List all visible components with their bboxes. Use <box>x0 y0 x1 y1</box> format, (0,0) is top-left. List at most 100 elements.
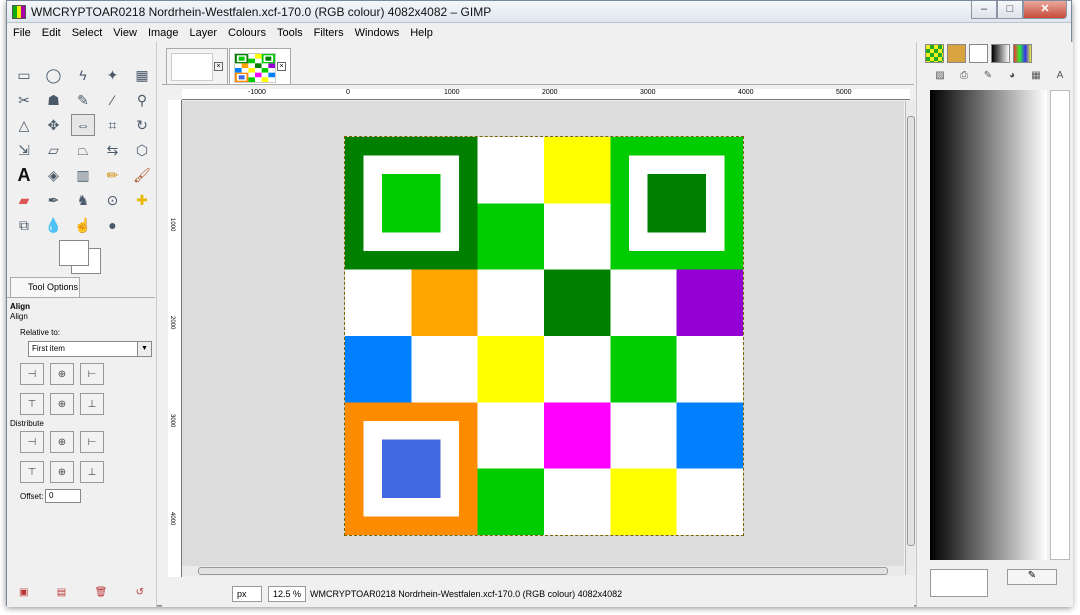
rotate-tool-icon[interactable]: ↻ <box>130 114 154 136</box>
save-tool-preset-icon[interactable]: ▣ <box>19 587 28 598</box>
horizontal-scrollbar[interactable] <box>182 566 904 576</box>
menu-select[interactable]: Select <box>72 27 103 39</box>
distribute-top-button[interactable]: ⊤ <box>20 461 44 483</box>
image-tab-1[interactable]: × <box>166 48 228 84</box>
blend-tool-icon[interactable]: ▥ <box>71 164 95 186</box>
channels-icon[interactable]: ▨ <box>929 66 951 86</box>
text-tool-icon[interactable]: A <box>12 164 36 186</box>
menu-tools[interactable]: Tools <box>277 27 303 39</box>
path-icon[interactable] <box>969 44 988 63</box>
rect-select-tool-icon[interactable]: ▭ <box>12 64 36 86</box>
pencil-tool-icon[interactable]: ✏ <box>101 164 125 186</box>
measure-tool-icon[interactable]: △ <box>12 114 36 136</box>
edit-icon[interactable]: ✎ <box>1007 569 1057 585</box>
ellipse-select-tool-icon[interactable]: ◯ <box>42 64 66 86</box>
blur-tool-icon[interactable]: 💧 <box>42 214 66 236</box>
align-right-edge-button[interactable]: ⊢ <box>80 363 104 385</box>
image-tab-2[interactable]: × <box>229 48 291 84</box>
printer-icon[interactable]: ⎙ <box>953 66 975 86</box>
zoom-tool-icon[interactable]: ⚲ <box>130 89 154 111</box>
menu-help[interactable]: Help <box>410 27 433 39</box>
image-cell <box>268 77 275 82</box>
menu-view[interactable]: View <box>113 27 137 39</box>
align-bottom-edge-button[interactable]: ⊥ <box>80 393 104 415</box>
perspective-clone-tool-icon[interactable]: ⧉ <box>12 214 36 236</box>
foreground-select-tool-icon[interactable]: ☗ <box>42 89 66 111</box>
maximize-button[interactable]: □ <box>997 1 1023 19</box>
offset-input[interactable]: 0 <box>45 489 81 503</box>
eraser-tool-icon[interactable]: ▰ <box>12 189 36 211</box>
distribute-center-button[interactable]: ⊕ <box>50 431 74 453</box>
paths-tool-icon[interactable]: ✎ <box>71 89 95 111</box>
distribute-left-button[interactable]: ⊣ <box>20 431 44 453</box>
crop-tool-icon[interactable]: ⌗ <box>101 114 125 136</box>
smudge-tool-icon[interactable]: ☝ <box>71 214 95 236</box>
close-button[interactable]: ✕ <box>1023 1 1067 19</box>
minimize-button[interactable]: – <box>971 1 997 19</box>
menu-image[interactable]: Image <box>148 27 179 39</box>
heal-tool-icon[interactable]: ✚ <box>130 189 154 211</box>
unit-select[interactable]: px <box>232 586 262 602</box>
shear-tool-icon[interactable]: ▱ <box>42 139 66 161</box>
scale-tool-icon[interactable]: ⇲ <box>12 139 36 161</box>
tool-options-tab[interactable]: Tool Options <box>10 277 80 297</box>
gradient-preview[interactable] <box>930 90 1047 560</box>
close-tab-icon[interactable]: × <box>277 62 286 71</box>
ink-tool-icon[interactable]: ♞ <box>71 189 95 211</box>
fuzzy-select-tool-icon[interactable]: ✦ <box>101 64 125 86</box>
distribute-right-button[interactable]: ⊢ <box>80 431 104 453</box>
align-center-horizontal-button[interactable]: ⊕ <box>50 363 74 385</box>
menu-filters[interactable]: Filters <box>314 27 344 39</box>
align-top-edge-button[interactable]: ⊤ <box>20 393 44 415</box>
brush-icon[interactable]: ✎ <box>977 66 999 86</box>
flip-tool-icon[interactable]: ⇆ <box>101 139 125 161</box>
menu-windows[interactable]: Windows <box>355 27 400 39</box>
close-tab-icon[interactable]: × <box>214 62 223 71</box>
menu-layer[interactable]: Layer <box>190 27 218 39</box>
cage-transform-tool-icon[interactable]: ⬡ <box>130 139 154 161</box>
free-select-tool-icon[interactable]: ϟ <box>71 64 95 86</box>
fg-bg-color-selector[interactable] <box>59 240 109 274</box>
palette-icon[interactable] <box>1013 44 1032 63</box>
perspective-tool-icon[interactable]: ⏢ <box>71 139 95 161</box>
gradient-list-scroll[interactable] <box>1050 90 1070 560</box>
menu-file[interactable]: File <box>13 27 31 39</box>
bucket-fill-tool-icon[interactable]: ◈ <box>42 164 66 186</box>
patterns-tab-icon[interactable]: ▦ <box>1025 66 1047 86</box>
distribute-bottom-button[interactable]: ⊥ <box>80 461 104 483</box>
menu-edit[interactable]: Edit <box>42 27 61 39</box>
scissors-tool-icon[interactable]: ✂ <box>12 89 36 111</box>
fonts-tab-icon[interactable]: A <box>1049 66 1071 86</box>
brush-preview[interactable] <box>930 569 988 597</box>
align-middle-vertical-button[interactable]: ⊕ <box>50 393 74 415</box>
color-select-tool-icon[interactable]: ▦ <box>130 64 154 86</box>
clone-tool-icon[interactable]: ⊙ <box>101 189 125 211</box>
ruler-label: 4000 <box>738 89 754 96</box>
restore-tool-preset-icon[interactable]: ▤ <box>57 587 66 598</box>
align-left-edge-button[interactable]: ⊣ <box>20 363 44 385</box>
qr-image[interactable] <box>344 136 744 536</box>
relative-to-select[interactable]: First item ▼ <box>28 341 152 357</box>
align-tool-icon[interactable]: ⇔ <box>71 114 95 136</box>
vertical-scrollbar[interactable] <box>905 101 915 575</box>
horizontal-ruler[interactable]: -1000 0 1000 2000 3000 4000 5000 <box>182 89 910 100</box>
brush-preset-icon[interactable] <box>947 44 966 63</box>
paintbrush-tool-icon[interactable]: 🖌 <box>130 164 154 186</box>
distribute-middle-button[interactable]: ⊕ <box>50 461 74 483</box>
move-tool-icon[interactable]: ✥ <box>42 114 66 136</box>
image-canvas[interactable] <box>182 101 904 575</box>
foreground-color-swatch[interactable] <box>59 240 89 266</box>
gradient-icon[interactable] <box>991 44 1010 63</box>
color-wheel-icon[interactable]: ◕ <box>1001 66 1023 86</box>
reset-tool-options-icon[interactable]: ↺ <box>136 587 144 598</box>
zoom-select[interactable]: 12.5 % <box>268 586 306 602</box>
menu-colours[interactable]: Colours <box>228 27 266 39</box>
dodge-burn-tool-icon[interactable]: ● <box>101 214 125 236</box>
pattern-icon[interactable] <box>925 44 944 63</box>
vertical-ruler[interactable]: 1000 2000 3000 4000 <box>168 100 182 577</box>
delete-tool-preset-icon[interactable]: 🗑 <box>95 587 108 598</box>
color-picker-tool-icon[interactable]: ⁄ <box>101 89 125 111</box>
airbrush-tool-icon[interactable]: ✒ <box>42 189 66 211</box>
horizontal-scroll-thumb[interactable] <box>198 567 888 575</box>
vertical-scroll-thumb[interactable] <box>907 116 915 546</box>
